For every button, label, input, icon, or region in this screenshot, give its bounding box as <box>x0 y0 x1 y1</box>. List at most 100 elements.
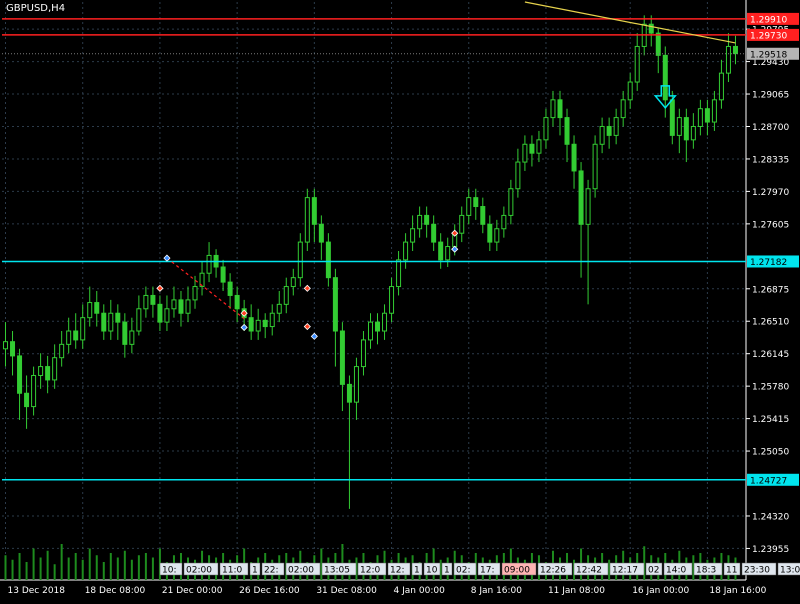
candle-body <box>683 117 689 141</box>
time-tag-label: 1 <box>252 566 258 576</box>
y-tick-label: 1.26145 <box>752 350 789 360</box>
candle-body <box>206 254 212 274</box>
x-tick-label: 13 Dec 2018 <box>8 586 66 596</box>
candle-body <box>431 223 437 243</box>
candle-body <box>599 125 605 145</box>
candle-body <box>634 45 640 83</box>
candle-body <box>192 286 198 301</box>
candle-body <box>515 161 521 190</box>
candle-body <box>543 117 549 141</box>
time-tag-label: 02: <box>456 566 470 576</box>
y-tick-label: 1.24320 <box>752 512 789 522</box>
candle-body <box>304 197 310 243</box>
candle-body <box>473 197 479 208</box>
symbol-label: GBPUSD,H4 <box>6 3 66 14</box>
candle-body <box>171 299 177 310</box>
time-tag-label: 12: <box>390 566 404 576</box>
candle-body <box>550 99 556 119</box>
y-tick-label: 1.25415 <box>752 415 789 425</box>
candle-body <box>382 312 388 332</box>
candle-body <box>178 299 184 314</box>
time-tag-label: 17: <box>480 566 494 576</box>
time-tag-label: 14:0 <box>666 566 686 576</box>
candle-body <box>648 23 654 34</box>
y-tick-label: 1.26510 <box>752 318 789 328</box>
candle-body <box>143 294 149 310</box>
candle-body <box>529 143 535 154</box>
candle-body <box>578 170 584 225</box>
candle-body <box>311 197 317 225</box>
chart-background <box>0 0 800 600</box>
candle-body <box>557 99 563 119</box>
candle-body <box>662 54 668 101</box>
time-tag-label: 12:0 <box>360 566 380 576</box>
candle-body <box>669 99 675 136</box>
candle-body <box>725 45 731 74</box>
candle-body <box>360 339 366 368</box>
candle-body <box>501 214 507 230</box>
candle-body <box>115 312 121 323</box>
time-tag-label: 09:00 <box>504 566 530 576</box>
candle-body <box>332 277 338 332</box>
resistance-price-label: 1.29730 <box>750 31 787 41</box>
candle-body <box>571 143 577 172</box>
candle-body <box>375 321 381 332</box>
candle-body <box>66 330 72 345</box>
candle-body <box>627 81 633 101</box>
candle-body <box>353 366 359 403</box>
candle-body <box>157 303 163 323</box>
time-tag-label: 23:30 <box>744 566 770 576</box>
candle-body <box>438 241 444 261</box>
candle-body <box>262 319 268 328</box>
time-tag-label: 12:26 <box>540 566 566 576</box>
candle-body <box>136 308 142 332</box>
candle-body <box>234 294 240 310</box>
y-tick-label: 1.26875 <box>752 285 789 295</box>
candle-body <box>536 139 542 154</box>
candle-body <box>697 108 703 127</box>
time-tag-label: 1 <box>444 566 450 576</box>
chart-canvas[interactable]: 1.297951.294301.290651.287001.283351.279… <box>0 0 800 600</box>
resistance-price-label: 1.29910 <box>750 15 787 25</box>
candle-body <box>122 321 128 345</box>
y-tick-label: 1.25780 <box>752 383 789 393</box>
candle-body <box>325 241 331 279</box>
candle-body <box>445 246 451 261</box>
candle-body <box>276 303 282 314</box>
time-tag-label: 18:3 <box>696 566 716 576</box>
candle-body <box>164 308 170 323</box>
candle-body <box>522 143 528 163</box>
candle-body <box>80 317 86 341</box>
current-price-label: 1.29518 <box>750 50 787 60</box>
candle-body <box>94 302 100 314</box>
x-tick-label: 21 Dec 00:00 <box>162 586 223 596</box>
candle-body <box>704 108 710 123</box>
x-tick-label: 26 Dec 16:00 <box>239 586 300 596</box>
candle-body <box>38 366 44 376</box>
candle-body <box>73 330 79 341</box>
candle-body <box>592 143 598 190</box>
time-tag-label: 12:17 <box>612 566 638 576</box>
price-chart[interactable]: 1.297951.294301.290651.287001.283351.279… <box>0 0 800 600</box>
candle-body <box>606 125 612 136</box>
candle-body <box>711 99 717 123</box>
y-tick-label: 1.28335 <box>752 155 789 165</box>
time-tag-label: 1 <box>414 566 420 576</box>
candle-body <box>290 277 296 288</box>
x-tick-label: 4 Jan 00:00 <box>394 586 446 596</box>
candle-body <box>346 383 352 403</box>
candle-body <box>564 117 570 145</box>
candle-body <box>613 117 619 136</box>
x-tick-label: 11 Jan 08:00 <box>548 586 605 596</box>
candle-body <box>283 286 289 305</box>
y-tick-label: 1.28700 <box>752 123 789 133</box>
time-tag-label: 10: <box>162 566 176 576</box>
candle-body <box>10 341 16 357</box>
candle-body <box>424 214 430 225</box>
candle-body <box>318 223 324 243</box>
candle-body <box>297 241 303 279</box>
candle-body <box>690 125 696 141</box>
candle-body <box>52 357 58 381</box>
candle-body <box>396 259 402 288</box>
candle-body <box>508 188 514 216</box>
